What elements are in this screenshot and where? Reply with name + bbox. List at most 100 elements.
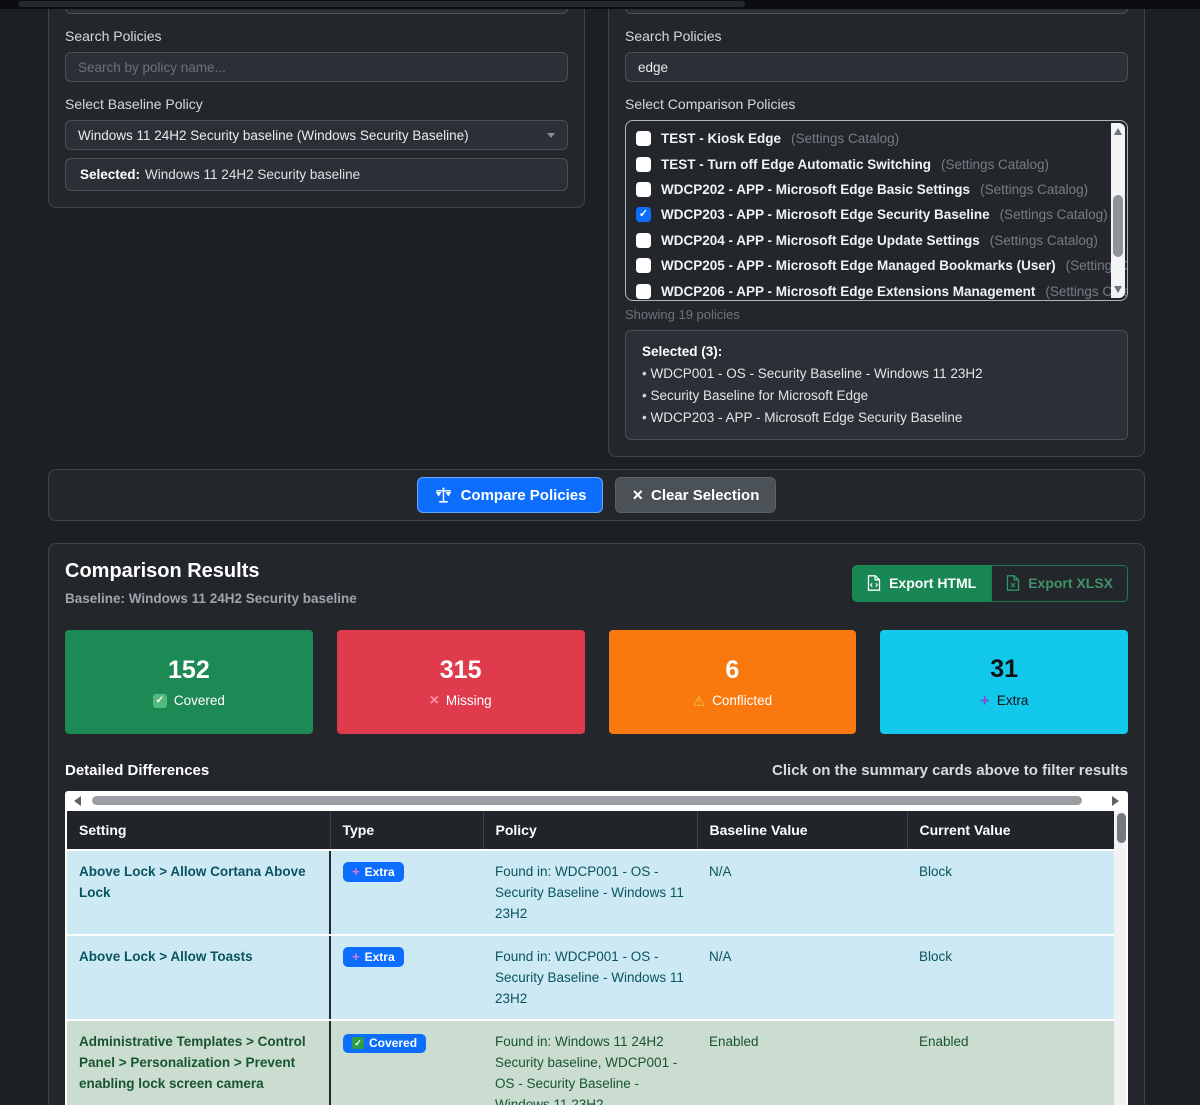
comparison-policies-listbox: TEST - Kiosk Edge (Settings Catalog) TES… — [625, 120, 1128, 301]
baseline-selected-prefix: Selected: — [80, 167, 141, 182]
policy-list-item[interactable]: WDCP206 - APP - Microsoft Edge Extension… — [636, 278, 1127, 300]
extra-badge: + Extra — [343, 946, 404, 967]
baseline-policy-select-value: Windows 11 24H2 Security baseline (Windo… — [78, 127, 469, 143]
selection-panels: Windows Security baseline Search Policie… — [48, 0, 1145, 457]
results-baseline-text: Baseline: Windows 11 24H2 Security basel… — [65, 591, 357, 606]
baseline-prefix: Baseline: — [65, 591, 126, 606]
differences-table-container: Setting Type Policy Baseline Value Curre… — [65, 791, 1128, 1105]
policy-list-item[interactable]: TEST - Kiosk Edge (Settings Catalog) — [636, 126, 1105, 151]
baseline-value-cell: N/A — [697, 850, 907, 936]
listbox-vertical-scrollbar[interactable] — [1111, 123, 1125, 298]
policy-comparison-page: Windows Security baseline Search Policie… — [0, 0, 1200, 1105]
covered-count: 152 — [168, 656, 210, 684]
baseline-search-input[interactable] — [65, 52, 568, 82]
checkbox-unchecked-icon[interactable] — [636, 181, 651, 197]
clear-selection-label: Clear Selection — [651, 486, 760, 504]
baseline-value-cell: N/A — [697, 935, 907, 1021]
policy-cell: Found in: Windows 11 24H2 Security basel… — [483, 1020, 697, 1105]
covered-summary-card[interactable]: 152 ✓ Covered — [65, 630, 313, 734]
policy-cell: Found in: WDCP001 - OS - Security Baseli… — [483, 935, 697, 1021]
scales-icon — [435, 487, 451, 503]
detailed-differences-title: Detailed Differences — [65, 762, 210, 779]
current-value-cell: Block — [907, 935, 1114, 1021]
detailed-differences-header: Detailed Differences Click on the summar… — [65, 762, 1128, 779]
results-header-text: Comparison Results Baseline: Windows 11 … — [65, 560, 357, 606]
conflicted-count: 6 — [725, 656, 740, 684]
type-cell: + Extra — [330, 850, 483, 936]
scrollbar-thumb[interactable] — [92, 796, 1082, 805]
baseline-name: Windows 11 24H2 Security baseline — [128, 591, 357, 606]
table-horizontal-scrollbar[interactable] — [67, 793, 1126, 808]
xlsx-file-icon — [1007, 575, 1020, 591]
scrollbar-thumb[interactable] — [1113, 195, 1123, 257]
export-html-label: Export HTML — [889, 575, 977, 591]
setting-cell: Administrative Templates > Control Panel… — [67, 1020, 331, 1105]
conflicted-label: Conflicted — [712, 693, 773, 708]
plus-icon: + — [979, 691, 990, 710]
results-header: Comparison Results Baseline: Windows 11 … — [65, 560, 1128, 606]
scrollbar-thumb[interactable] — [1116, 813, 1126, 843]
compare-policies-button[interactable]: Compare Policies — [416, 477, 604, 513]
checkbox-checked-icon[interactable]: ✓ — [636, 207, 651, 223]
scroll-right-arrow-icon[interactable] — [1112, 795, 1119, 806]
policy-list-item[interactable]: WDCP204 - APP - Microsoft Edge Update Se… — [636, 228, 1105, 253]
baseline-policy-panel: Windows Security baseline Search Policie… — [48, 0, 585, 208]
conflicted-summary-card[interactable]: 6 ⚠ Conflicted — [608, 630, 857, 734]
extra-summary-card[interactable]: 31 + Extra — [880, 630, 1128, 734]
missing-summary-card[interactable]: 315 × Missing — [336, 630, 585, 734]
selected-policy-item: Security Baseline for Microsoft Edge — [642, 385, 1111, 407]
policy-list-item[interactable]: ✓ WDCP203 - APP - Microsoft Edge Securit… — [636, 202, 1108, 227]
policy-list-item[interactable]: WDCP205 - APP - Microsoft Edge Managed B… — [636, 253, 1127, 278]
select-baseline-label: Select Baseline Policy — [65, 96, 203, 112]
policy-list-item[interactable]: WDCP202 - APP - Microsoft Edge Basic Set… — [636, 177, 1105, 202]
comparison-selected-box: Selected (3): WDCP001 - OS - Security Ba… — [625, 330, 1128, 440]
clear-selection-button[interactable]: × Clear Selection — [615, 477, 777, 513]
compare-policies-label: Compare Policies — [460, 486, 587, 504]
check-square-icon: ✓ — [152, 693, 167, 708]
scroll-up-arrow-icon[interactable] — [1114, 128, 1122, 135]
table-row: Above Lock > Allow Toasts + Extra Found i… — [67, 935, 1114, 1021]
column-header-setting: Setting — [67, 811, 330, 851]
extra-count: 31 — [990, 655, 1019, 683]
checkbox-unchecked-icon[interactable] — [636, 283, 651, 299]
current-value-cell: Enabled — [907, 1020, 1114, 1105]
checkbox-unchecked-icon[interactable] — [636, 232, 651, 248]
close-icon: × — [632, 485, 643, 505]
export-xlsx-button[interactable]: Export XLSX — [991, 564, 1128, 602]
table-row: Above Lock > Allow Cortana Above Lock + E… — [67, 850, 1114, 936]
selected-policy-item: WDCP001 - OS - Security Baseline - Windo… — [642, 363, 1111, 385]
export-xlsx-label: Export XLSX — [1028, 575, 1113, 591]
checkbox-unchecked-icon[interactable] — [636, 156, 651, 172]
covered-label: Covered — [173, 693, 225, 708]
summary-cards-row: 152 ✓ Covered 315 × Missing 6 ⚠ Conflict… — [65, 630, 1128, 734]
column-header-current-value: Current Value — [906, 811, 1114, 851]
extra-label: Extra — [996, 693, 1029, 708]
setting-cell: Above Lock > Allow Toasts — [67, 935, 331, 1021]
comparison-search-input[interactable] — [625, 52, 1128, 82]
covered-badge: ✓ Covered — [343, 1033, 427, 1053]
baseline-policy-select[interactable]: Windows 11 24H2 Security baseline (Windo… — [65, 120, 568, 150]
comparison-policy-panel: All Policy Types Search Policies Select … — [608, 0, 1145, 457]
check-square-icon: ✓ — [352, 1037, 364, 1049]
checkbox-unchecked-icon[interactable] — [636, 258, 651, 274]
missing-count: 315 — [439, 655, 482, 684]
plus-icon: + — [352, 864, 360, 879]
filter-hint-text: Click on the summary cards above to filt… — [772, 762, 1128, 779]
policy-cell: Found in: WDCP001 - OS - Security Baseli… — [483, 850, 697, 936]
comparison-search-label: Search Policies — [625, 28, 722, 44]
scroll-down-arrow-icon[interactable] — [1113, 286, 1122, 293]
policy-list-item[interactable]: TEST - Turn off Edge Automatic Switching… — [636, 151, 1105, 176]
checkbox-unchecked-icon[interactable] — [636, 131, 651, 147]
column-header-type: Type — [329, 811, 483, 851]
differences-table: Setting Type Policy Baseline Value Curre… — [67, 811, 1114, 1105]
plus-icon: + — [352, 949, 360, 964]
cross-icon: × — [429, 691, 439, 709]
warning-icon: ⚠ — [692, 692, 706, 709]
export-html-button[interactable]: Export HTML — [852, 564, 992, 602]
actions-bar: Compare Policies × Clear Selection — [48, 469, 1145, 521]
current-value-cell: Block — [907, 850, 1114, 936]
table-header-row: Setting Type Policy Baseline Value Curre… — [67, 811, 1114, 851]
table-vertical-scrollbar[interactable] — [1114, 811, 1126, 1105]
baseline-selected-box: Selected: Windows 11 24H2 Security baseli… — [65, 158, 568, 191]
scroll-left-arrow-icon[interactable] — [74, 795, 81, 806]
